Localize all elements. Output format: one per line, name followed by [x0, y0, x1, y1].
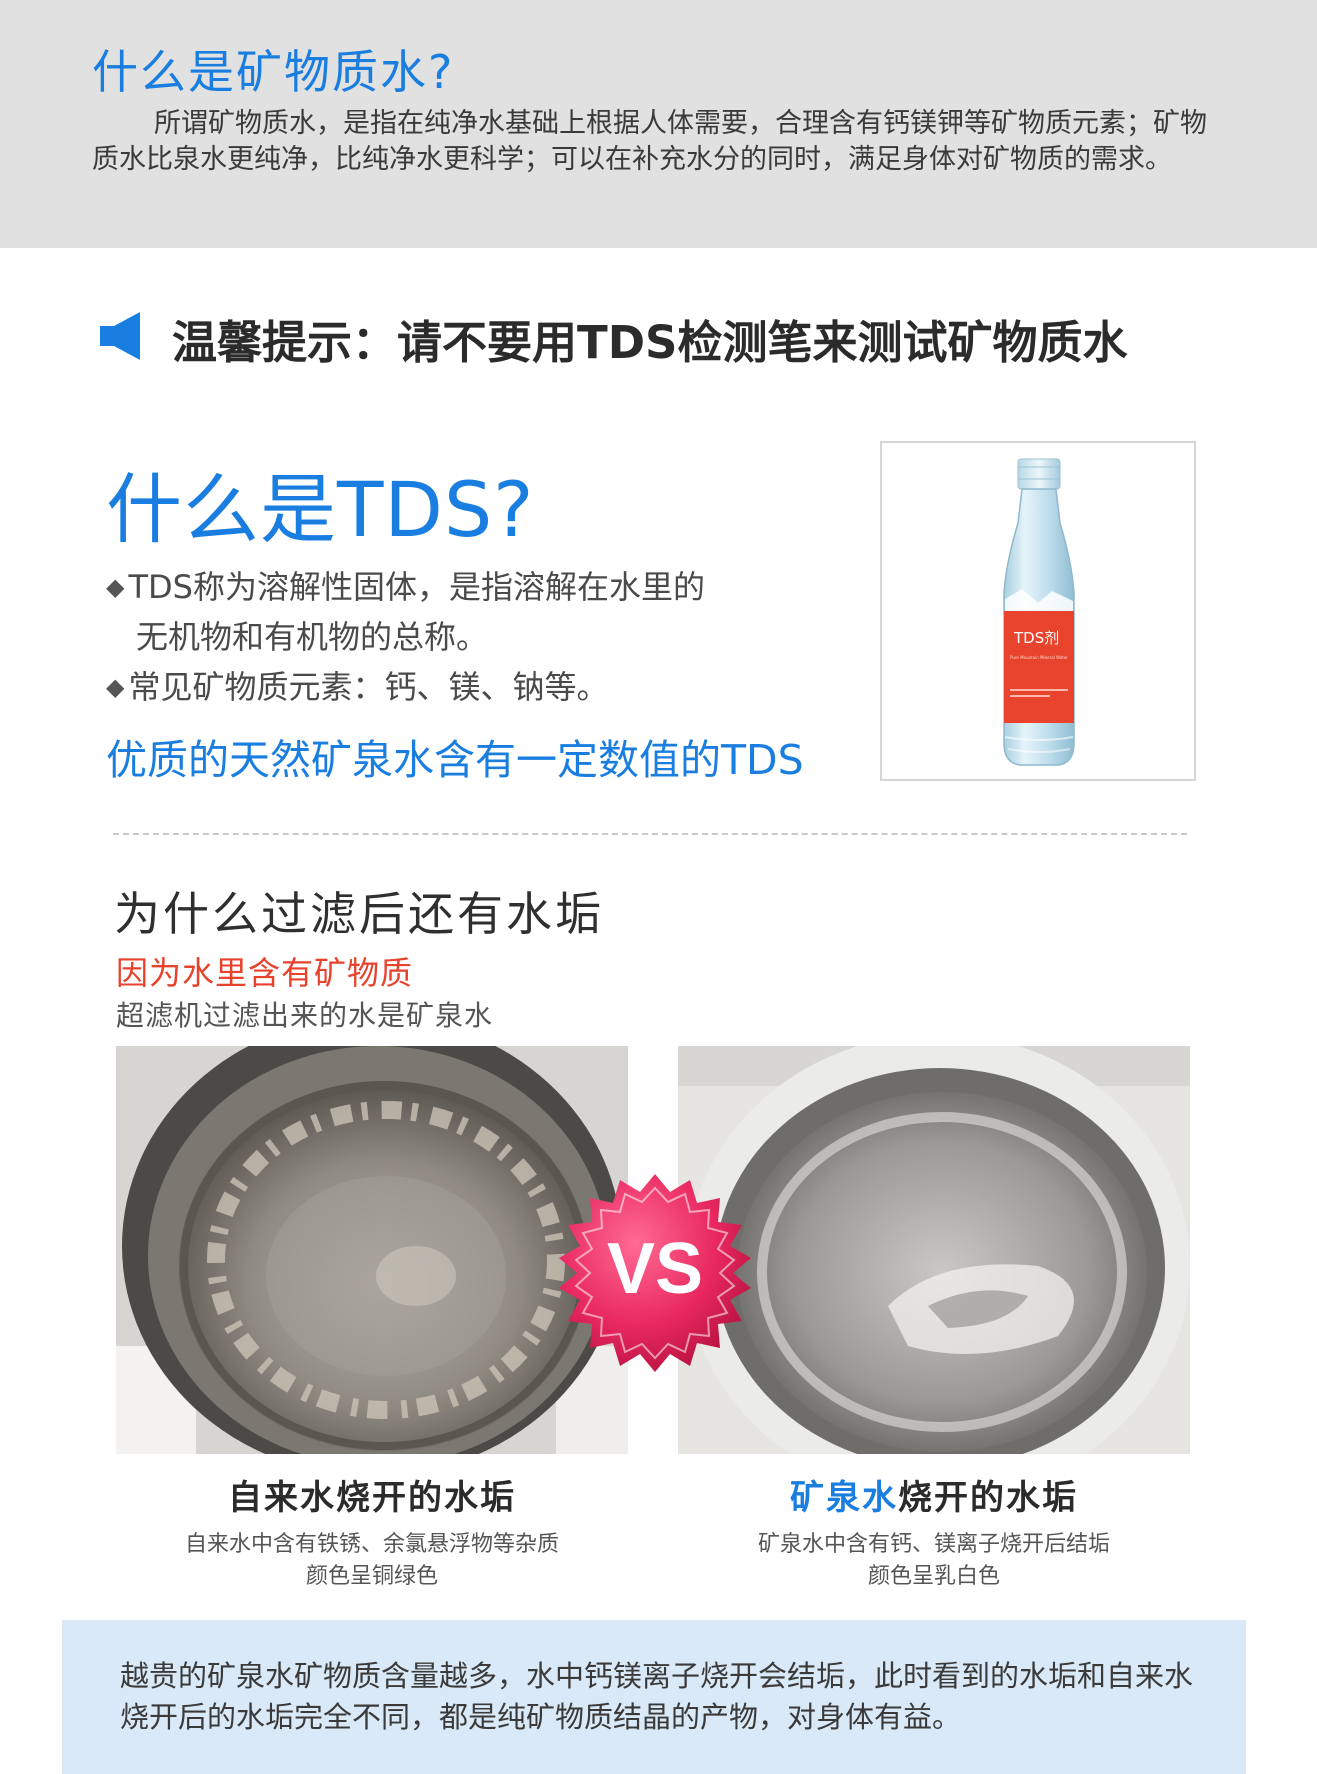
intro-title: 什么是矿物质水? — [92, 45, 455, 99]
bottle-image-frame: TDS剂 Pure Mountain Mineral Water — [880, 441, 1196, 781]
tds-item: ◆ TDS称为溶解性固体，是指溶解在水里的 — [106, 562, 705, 612]
intro-section: 什么是矿物质水? 所谓矿物质水，是指在纯净水基础上根据人体需要，合理含有钙镁钾等… — [0, 0, 1317, 248]
intro-body: 所谓矿物质水，是指在纯净水基础上根据人体需要，合理含有钙镁钾等矿物质元素；矿物质… — [92, 108, 1207, 175]
tds-title: 什么是TDS? — [106, 465, 535, 554]
mineral-water-caption-rest: 烧开的水垢 — [898, 1478, 1078, 1518]
tds-item-text: TDS称为溶解性固体，是指溶解在水里的 — [128, 568, 705, 606]
bottle-label-text: TDS剂 — [1013, 629, 1059, 647]
tds-item: ◆ 常见矿物质元素：钙、镁、钠等。 — [106, 662, 705, 712]
diamond-bullet-icon: ◆ — [106, 673, 125, 701]
note-text: 越贵的矿泉水矿物质含量越多，水中钙镁离子烧开会结垢，此时看到的水垢和自来水烧开后… — [120, 1659, 1194, 1734]
tds-highlight: 优质的天然矿泉水含有一定数值的TDS — [106, 736, 804, 784]
tap-water-caption-line2: 颜色呈铜绿色 — [305, 1564, 438, 1589]
mineral-water-caption: 矿泉水烧开的水垢 矿泉水中含有钙、镁离子烧开后结垢 颜色呈乳白色 — [678, 1470, 1190, 1593]
scale-reason: 因为水里含有矿物质 — [116, 954, 414, 992]
section-divider — [113, 833, 1187, 835]
mineral-water-caption-line1: 矿泉水中含有钙、镁离子烧开后结垢 — [757, 1532, 1110, 1557]
mineral-water-caption-line2: 颜色呈乳白色 — [867, 1564, 1000, 1589]
tap-water-caption-line1: 自来水中含有铁锈、余氯悬浮物等杂质 — [184, 1532, 559, 1557]
vs-badge: VS — [559, 1174, 751, 1372]
tds-list: ◆ TDS称为溶解性固体，是指溶解在水里的 无机物和有机物的总称。 ◆ 常见矿物质元… — [106, 562, 705, 712]
vs-text: VS — [607, 1229, 703, 1309]
tds-item-continuation: 无机物和有机物的总称。 — [136, 618, 489, 656]
bottle-label-small-text: Pure Mountain Mineral Water — [1010, 655, 1068, 660]
speaker-icon — [100, 312, 140, 360]
scale-note: 超滤机过滤出来的水是矿泉水 — [116, 999, 494, 1032]
note-box: 越贵的矿泉水矿物质含量越多，水中钙镁离子烧开会结垢，此时看到的水垢和自来水烧开后… — [62, 1620, 1246, 1774]
scale-title: 为什么过滤后还有水垢 — [114, 887, 604, 941]
tap-water-caption: 自来水烧开的水垢 自来水中含有铁锈、余氯悬浮物等杂质 颜色呈铜绿色 — [116, 1470, 628, 1593]
mineral-water-caption-sub: 矿泉水中含有钙、镁离子烧开后结垢 颜色呈乳白色 — [678, 1529, 1190, 1593]
tds-item-text: 常见矿物质元素：钙、镁、钠等。 — [128, 668, 609, 706]
tip-text: 温馨提示：请不要用TDS检测笔来测试矿物质水 — [172, 316, 1128, 369]
tap-water-caption-title: 自来水烧开的水垢 — [228, 1478, 516, 1518]
mineral-water-caption-highlight: 矿泉水 — [790, 1478, 898, 1518]
tap-water-caption-sub: 自来水中含有铁锈、余氯悬浮物等杂质 颜色呈铜绿色 — [116, 1529, 628, 1593]
diamond-bullet-icon: ◆ — [106, 573, 125, 601]
water-bottle-image: TDS剂 Pure Mountain Mineral Water — [1003, 458, 1075, 766]
mineral-water-caption-title: 矿泉水烧开的水垢 — [678, 1470, 1190, 1519]
